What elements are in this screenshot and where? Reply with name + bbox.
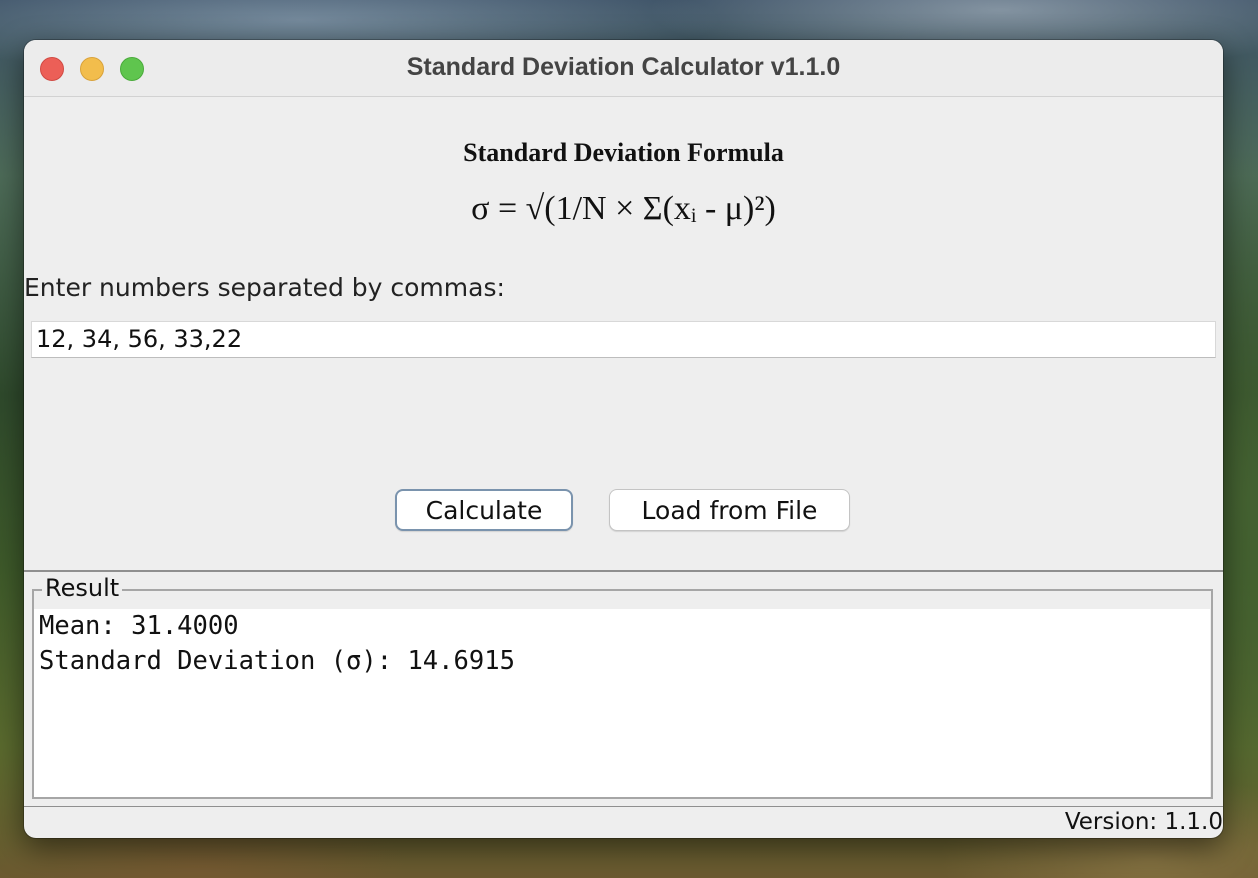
result-std-dev: Standard Deviation (σ): 14.6915 bbox=[39, 646, 515, 676]
formula-expression: σ = √(1/N × Σ(xᵢ - μ)²) bbox=[471, 190, 776, 227]
window-title: Standard Deviation Calculator v1.1.0 bbox=[406, 53, 841, 81]
result-mean: Mean: 31.4000 bbox=[39, 611, 239, 641]
version-label: Version: 1.1.0 bbox=[1064, 809, 1223, 835]
title-bar[interactable]: Standard Deviation Calculator v1.1.0 bbox=[24, 40, 1223, 97]
result-text-area[interactable]: Mean: 31.4000 Standard Deviation (σ): 14… bbox=[34, 609, 1210, 797]
calculate-button[interactable]: Calculate bbox=[395, 489, 573, 531]
load-from-file-button[interactable]: Load from File bbox=[609, 489, 850, 531]
divider bbox=[24, 570, 1223, 572]
status-divider bbox=[24, 806, 1223, 807]
formula-heading: Standard Deviation Formula bbox=[463, 138, 784, 167]
result-panel-title: Result bbox=[42, 574, 123, 602]
app-window: Standard Deviation Calculator v1.1.0 Sta… bbox=[24, 40, 1223, 838]
numbers-input[interactable]: 12, 34, 56, 33,22 bbox=[31, 321, 1216, 358]
numbers-input-label: Enter numbers separated by commas: bbox=[24, 273, 505, 302]
